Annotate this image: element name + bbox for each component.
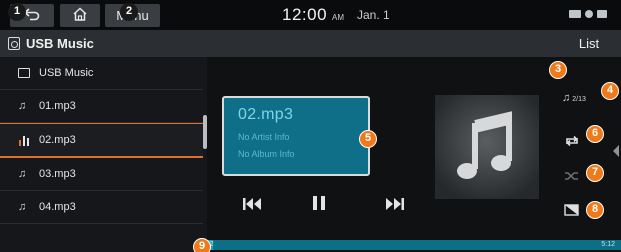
title-bar: USB Music List	[0, 30, 621, 57]
clock: 12:00	[282, 5, 328, 24]
bluetooth-icon	[585, 10, 593, 18]
callout-1: 1	[8, 3, 26, 21]
list-item-folder[interactable]: USB Music	[0, 57, 203, 90]
music-note-icon: ♫	[562, 92, 571, 104]
repeat-icon	[566, 135, 578, 147]
progress-bar[interactable]: 0:12 5:12	[196, 240, 621, 250]
home-icon	[72, 7, 88, 24]
music-note-icon: ♫	[18, 168, 27, 180]
signal-icon	[597, 10, 607, 18]
callout-5: 5	[359, 130, 377, 148]
top-bar: Menu 12:00 AM Jan. 1	[0, 0, 621, 30]
list-item[interactable]: ♫ 04.mp3	[0, 191, 203, 224]
track-count-value: 2/13	[572, 96, 586, 103]
music-note-icon: ♫	[18, 100, 27, 112]
next-icon	[386, 198, 404, 210]
info-display-icon	[564, 204, 579, 216]
page-title: USB Music	[26, 36, 94, 51]
list-item[interactable]: ♫ 03.mp3	[0, 158, 203, 191]
callout-6: 6	[586, 125, 604, 143]
status-icons	[569, 10, 607, 18]
playback-controls	[207, 193, 437, 217]
music-note-icon	[435, 95, 539, 199]
folder-icon	[18, 68, 30, 78]
callout-4: 4	[601, 82, 619, 100]
track-title: 02.mp3	[238, 106, 294, 123]
callout-3: 3	[549, 61, 567, 79]
back-arrow-icon	[23, 7, 40, 24]
home-button[interactable]	[60, 4, 100, 27]
side-panel-tab[interactable]	[613, 145, 619, 157]
list-item-label: 03.mp3	[39, 168, 76, 180]
callout-9: 9	[193, 238, 211, 252]
previous-icon	[243, 198, 261, 210]
track-info-card[interactable]: 02.mp3 No Artist Info No Album Info	[222, 96, 370, 176]
callout-2: 2	[120, 3, 138, 21]
date: Jan. 1	[357, 8, 390, 22]
shuffle-button[interactable]	[564, 170, 580, 184]
list-item-label: 04.mp3	[39, 201, 76, 213]
info-display-button[interactable]	[564, 204, 580, 218]
player-panel: 02.mp3 No Artist Info No Album Info ♫ 2/…	[207, 57, 621, 252]
usb-music-icon	[8, 37, 20, 50]
callout-8: 8	[586, 201, 604, 219]
list-item[interactable]: ♫ 01.mp3	[0, 90, 203, 123]
file-list: USB Music ♫ 01.mp3 02.mp3 ♫ 03.mp3 ♫ 04.…	[0, 57, 207, 252]
time-total: 5:12	[601, 241, 615, 248]
usb-icon	[569, 10, 581, 18]
screen: Menu 12:00 AM Jan. 1 USB Music List USB …	[0, 0, 621, 252]
list-button[interactable]: List	[571, 35, 607, 53]
shuffle-icon	[565, 172, 578, 180]
list-item-label: 02.mp3	[39, 134, 76, 146]
list-item-label: 01.mp3	[39, 100, 76, 112]
album-art	[435, 95, 539, 199]
callout-7: 7	[586, 164, 604, 182]
repeat-button[interactable]	[564, 135, 580, 149]
track-album: No Album Info	[238, 149, 295, 159]
track-artist: No Artist Info	[238, 132, 290, 142]
music-note-icon: ♫	[18, 201, 27, 213]
pause-button[interactable]	[312, 195, 326, 215]
pause-icon	[313, 196, 325, 210]
clock-ampm: AM	[332, 13, 344, 22]
next-button[interactable]	[385, 195, 405, 215]
list-item-active[interactable]: 02.mp3	[0, 123, 203, 158]
playing-bars-icon	[18, 134, 30, 146]
previous-button[interactable]	[242, 195, 262, 215]
track-count: ♫ 2/13	[562, 92, 586, 104]
list-item-label: USB Music	[39, 67, 94, 79]
